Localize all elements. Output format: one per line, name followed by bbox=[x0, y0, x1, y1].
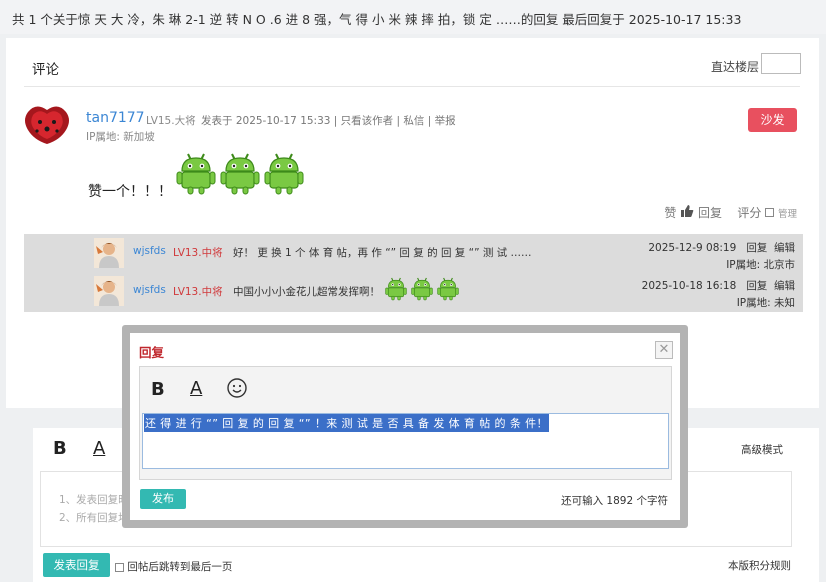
manage-label: 管理 bbox=[777, 208, 797, 220]
publish-button[interactable]: 发布 bbox=[140, 489, 186, 509]
sofa-button[interactable]: 沙发 bbox=[748, 108, 797, 132]
jump-last-option[interactable]: 回帖后跳转到最后一页 bbox=[115, 559, 232, 574]
post-user-level: LV15.大将 bbox=[146, 115, 196, 127]
reply-user-level: LV13.中将 bbox=[173, 247, 223, 259]
jump-floor-label: 直达楼层 bbox=[710, 60, 759, 74]
reply-ip: IP属地: 北京市 bbox=[726, 259, 795, 271]
android-emoji-icon bbox=[176, 151, 216, 195]
reply-text: 中国小小小金花儿超常发挥啊！ bbox=[233, 286, 380, 298]
thumbs-up-icon[interactable] bbox=[680, 204, 694, 221]
credit-rules-link[interactable]: 本版积分规则 bbox=[728, 558, 791, 573]
reply-emoji-row bbox=[385, 276, 459, 304]
reply-username[interactable]: wjsfds bbox=[133, 245, 166, 257]
reply-username[interactable]: wjsfds bbox=[133, 284, 166, 296]
thread-summary: 共 1 个关于惊 天 大 冷，朱 琳 2-1 逆 转 N O .6 进 8 强，… bbox=[0, 0, 826, 34]
font-color-button[interactable]: A bbox=[190, 378, 202, 399]
editor-tip: 1、发表回复时 bbox=[59, 494, 129, 506]
reply-edit-button[interactable]: 编辑 bbox=[774, 280, 795, 292]
reply-button[interactable]: 回复 bbox=[698, 204, 722, 221]
advanced-mode-link[interactable]: 高级模式 bbox=[741, 442, 783, 457]
reply-date: 2025-10-18 16:18 bbox=[641, 280, 737, 292]
modal-editor: B A 还 得 进 行 “” 回 复 的 回 复 “” ！来 测 试 是 否 具… bbox=[139, 366, 672, 480]
android-emoji-icon bbox=[264, 151, 304, 195]
android-emoji-icon bbox=[411, 276, 433, 301]
reply-reply-button[interactable]: 回复 bbox=[746, 280, 767, 292]
editor-tip: 2、所有回复均 bbox=[59, 512, 129, 524]
char-remaining: 还可输入 1892 个字符 bbox=[561, 495, 668, 507]
reply-edit-button[interactable]: 编辑 bbox=[774, 242, 795, 254]
android-emoji-icon bbox=[385, 276, 407, 301]
rate-button[interactable]: 评分 bbox=[737, 204, 761, 221]
post-reply-button[interactable]: 发表回复 bbox=[43, 553, 110, 577]
post-content: 赞一个！！！ bbox=[88, 184, 172, 200]
user-avatar[interactable] bbox=[22, 104, 72, 146]
post-meta[interactable]: 发表于 2025-10-17 15:33 | 只看该作者 | 私信 | 举报 bbox=[201, 113, 456, 128]
reply-date: 2025-12-9 08:19 bbox=[648, 242, 737, 254]
sub-replies: wjsfds LV13.中将 好！ 更 换 1 个 体 育 帖，再 作 “” 回… bbox=[24, 234, 803, 312]
post-ip: IP属地: 新加坡 bbox=[86, 131, 155, 143]
bold-button[interactable]: B bbox=[151, 379, 165, 400]
modal-title: 回复 bbox=[139, 345, 165, 360]
reply-modal: 回复 ✕ B A 还 得 进 行 “” 回 复 的 回 复 “” ！来 测 试 … bbox=[122, 325, 688, 528]
reply-avatar[interactable] bbox=[94, 238, 124, 268]
reply-reply-button[interactable]: 回复 bbox=[746, 242, 767, 254]
android-emoji-icon bbox=[437, 276, 459, 301]
modal-textarea[interactable]: 还 得 进 行 “” 回 复 的 回 复 “” ！来 测 试 是 否 具 备 发… bbox=[142, 413, 669, 469]
reply-info: 2025-10-18 16:18 回复 编辑 IP属地: 未知 bbox=[642, 278, 795, 312]
reply-text: 好！ 更 换 1 个 体 育 帖，再 作 “” 回 复 的 回 复 “” 测 试… bbox=[233, 247, 532, 259]
close-icon[interactable]: ✕ bbox=[655, 341, 673, 359]
jump-last-checkbox[interactable] bbox=[115, 562, 124, 572]
reply-user-level: LV13.中将 bbox=[173, 286, 223, 298]
reply-avatar[interactable] bbox=[94, 276, 124, 306]
like-button[interactable]: 赞 bbox=[664, 204, 676, 221]
post-actions: 赞 回复 评分 管理 bbox=[664, 204, 797, 221]
reply-ip: IP属地: 未知 bbox=[736, 297, 795, 309]
divider bbox=[24, 86, 800, 87]
font-color-button[interactable]: A bbox=[93, 438, 105, 459]
jump-floor-input[interactable] bbox=[761, 53, 801, 74]
emoji-row bbox=[176, 151, 304, 198]
modal-text: 还 得 进 行 “” 回 复 的 回 复 “” ！来 测 试 是 否 具 备 发… bbox=[144, 414, 549, 432]
comments-title: 评论 bbox=[32, 62, 59, 78]
bold-button[interactable]: B bbox=[53, 438, 67, 459]
jump-last-label: 回帖后跳转到最后一页 bbox=[127, 561, 233, 573]
reply-modal-body: 回复 ✕ B A 还 得 进 行 “” 回 复 的 回 复 “” ！来 测 试 … bbox=[130, 333, 680, 520]
smiley-icon[interactable] bbox=[226, 377, 248, 399]
reply-info: 2025-12-9 08:19 回复 编辑 IP属地: 北京市 bbox=[648, 240, 795, 274]
manage-checkbox[interactable] bbox=[765, 208, 775, 217]
post-username[interactable]: tan7177 bbox=[86, 110, 145, 126]
android-emoji-icon bbox=[220, 151, 260, 195]
